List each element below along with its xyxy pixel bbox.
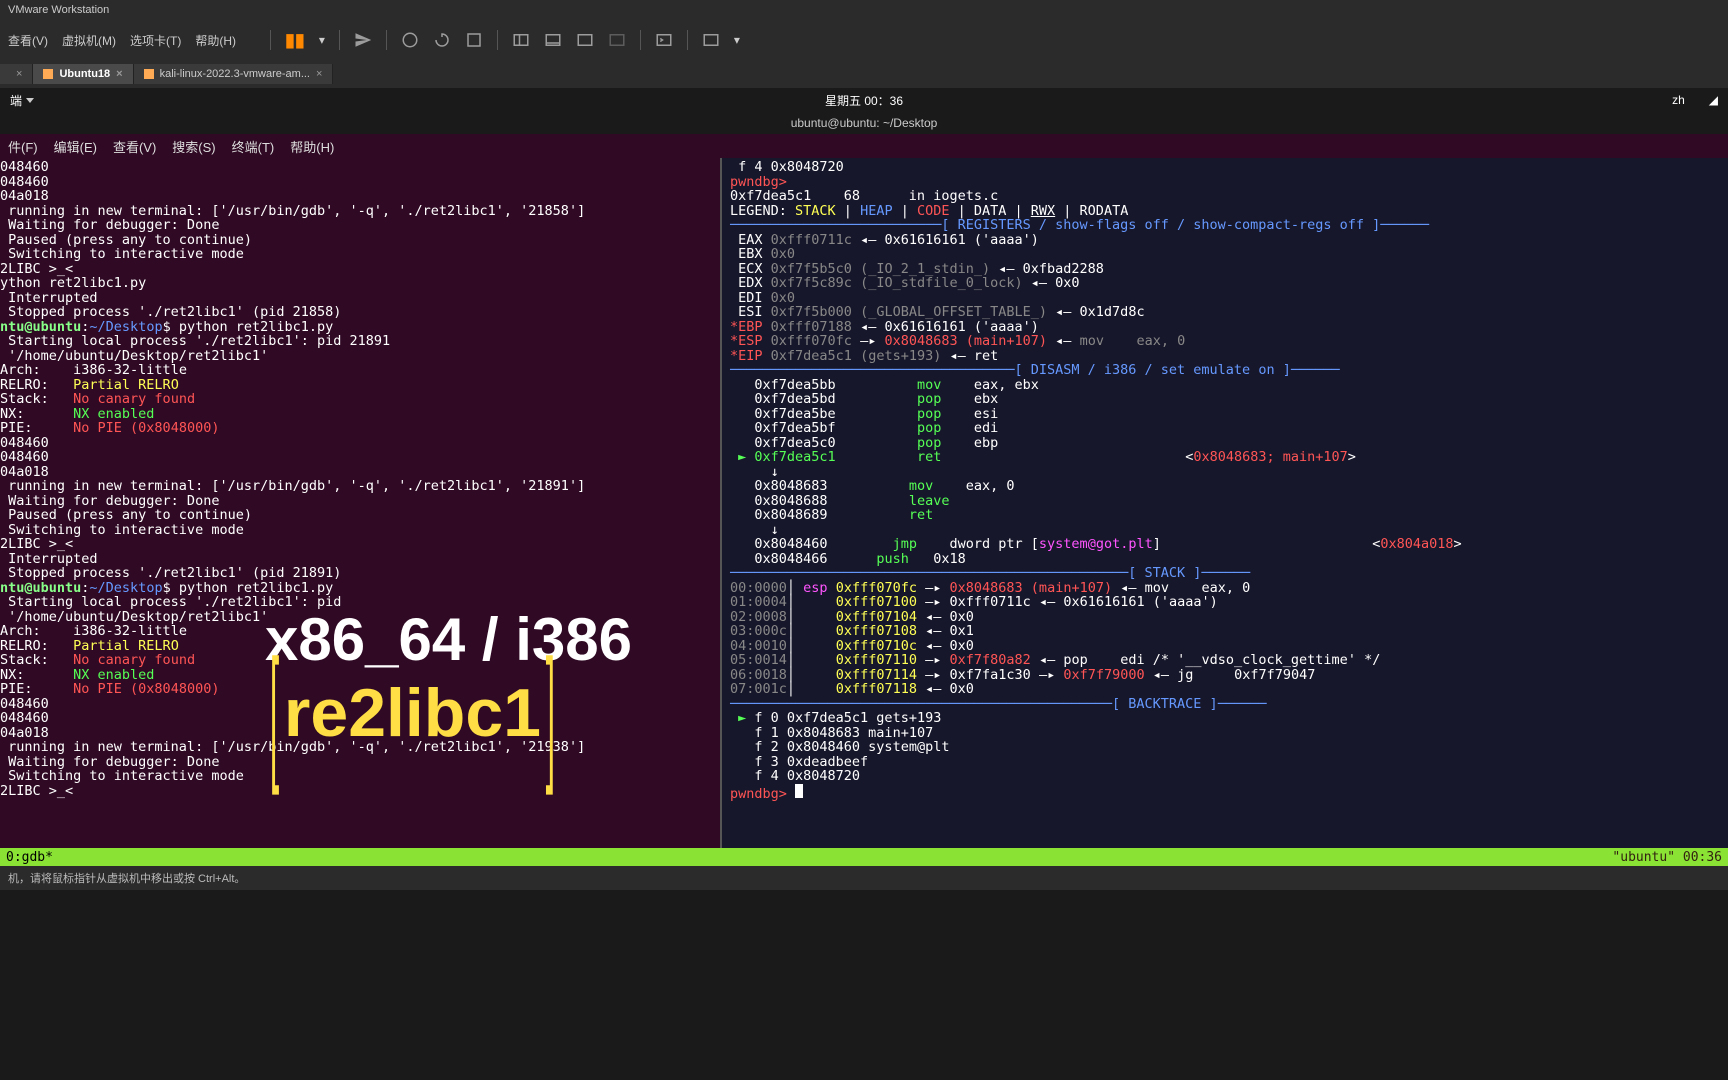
layout2-icon[interactable] [544, 31, 562, 49]
tab-ubuntu18[interactable]: Ubuntu18 × [33, 64, 133, 84]
status-left: 0:gdb* [6, 850, 53, 865]
layout1-icon[interactable] [512, 31, 530, 49]
terminal-title: ubuntu@ubuntu: ~/Desktop [0, 112, 1728, 134]
tmenu-terminal[interactable]: 终端(T) [232, 137, 275, 156]
separator [687, 30, 688, 50]
label: 端 [10, 92, 22, 109]
fullscreen-icon[interactable] [576, 31, 594, 49]
vm-icon [43, 69, 53, 79]
tab-kali[interactable]: kali-linux-2022.3-vmware-am... × [134, 64, 334, 84]
separator [339, 30, 340, 50]
app-titlebar: VMware Workstation [0, 0, 1728, 20]
tmenu-help[interactable]: 帮助(H) [290, 137, 334, 156]
clock[interactable]: 星期五 00：36 [825, 92, 903, 109]
separator [497, 30, 498, 50]
revert-icon[interactable] [433, 31, 451, 49]
send-icon[interactable] [354, 31, 372, 49]
dropdown-icon[interactable]: ▾ [319, 33, 325, 47]
close-icon[interactable]: × [116, 68, 122, 80]
gnome-topbar: 端 星期五 00：36 zh◢ [0, 88, 1728, 112]
main-menu: 查看(V) 虚拟机(M) 选项卡(T) 帮助(H) ▮▮ ▾ ▾ [0, 20, 1728, 60]
tmenu-view[interactable]: 查看(V) [113, 137, 156, 156]
stretch-icon[interactable] [702, 31, 720, 49]
tmux-statusbar: 0:gdb* "ubuntu" 00:36 [0, 848, 1728, 866]
terminal-content: 04846004846004a018 running in new termin… [0, 158, 1728, 848]
menu-tabs[interactable]: 选项卡(T) [130, 32, 181, 49]
close-icon[interactable]: × [16, 68, 22, 80]
tmenu-search[interactable]: 搜索(S) [172, 137, 215, 156]
left-pane[interactable]: 04846004846004a018 running in new termin… [0, 158, 720, 848]
tab-label: kali-linux-2022.3-vmware-am... [160, 68, 310, 80]
close-icon[interactable]: × [316, 68, 322, 80]
menu-view[interactable]: 查看(V) [8, 32, 48, 49]
toolbar: ▮▮ ▾ ▾ [270, 30, 740, 51]
separator [640, 30, 641, 50]
right-pane[interactable]: f 4 0x8048720pwndbg>0xf7dea5c1 68 in iog… [720, 158, 1728, 848]
chevron-down-icon [26, 98, 34, 103]
input-method[interactable]: zh◢ [1672, 93, 1718, 107]
tab-home[interactable]: × [0, 64, 33, 84]
vm-icon [144, 69, 154, 79]
tab-label: Ubuntu18 [59, 68, 110, 80]
console-icon[interactable] [655, 31, 673, 49]
label: zh [1672, 93, 1685, 107]
app-title: VMware Workstation [8, 4, 109, 16]
separator [386, 30, 387, 50]
terminal-dropdown[interactable]: 端 [10, 92, 34, 109]
pause-icon[interactable]: ▮▮ [285, 30, 305, 51]
unity-icon [608, 31, 626, 49]
menu-help[interactable]: 帮助(H) [195, 32, 236, 49]
terminal-menu: 件(F) 编辑(E) 查看(V) 搜索(S) 终端(T) 帮助(H) [0, 134, 1728, 158]
vm-tabs: × Ubuntu18 × kali-linux-2022.3-vmware-am.… [0, 60, 1728, 88]
menu-vm[interactable]: 虚拟机(M) [62, 32, 116, 49]
separator [270, 30, 271, 50]
manage-icon[interactable] [465, 31, 483, 49]
vmware-hint: 机，请将鼠标指针从虚拟机中移出或按 Ctrl+Alt。 [0, 866, 1728, 890]
snapshot-icon[interactable] [401, 31, 419, 49]
dropdown-icon[interactable]: ▾ [734, 33, 740, 47]
tmenu-edit[interactable]: 编辑(E) [54, 137, 97, 156]
status-right: "ubuntu" 00:36 [1612, 850, 1722, 865]
tmenu-file[interactable]: 件(F) [8, 137, 38, 156]
